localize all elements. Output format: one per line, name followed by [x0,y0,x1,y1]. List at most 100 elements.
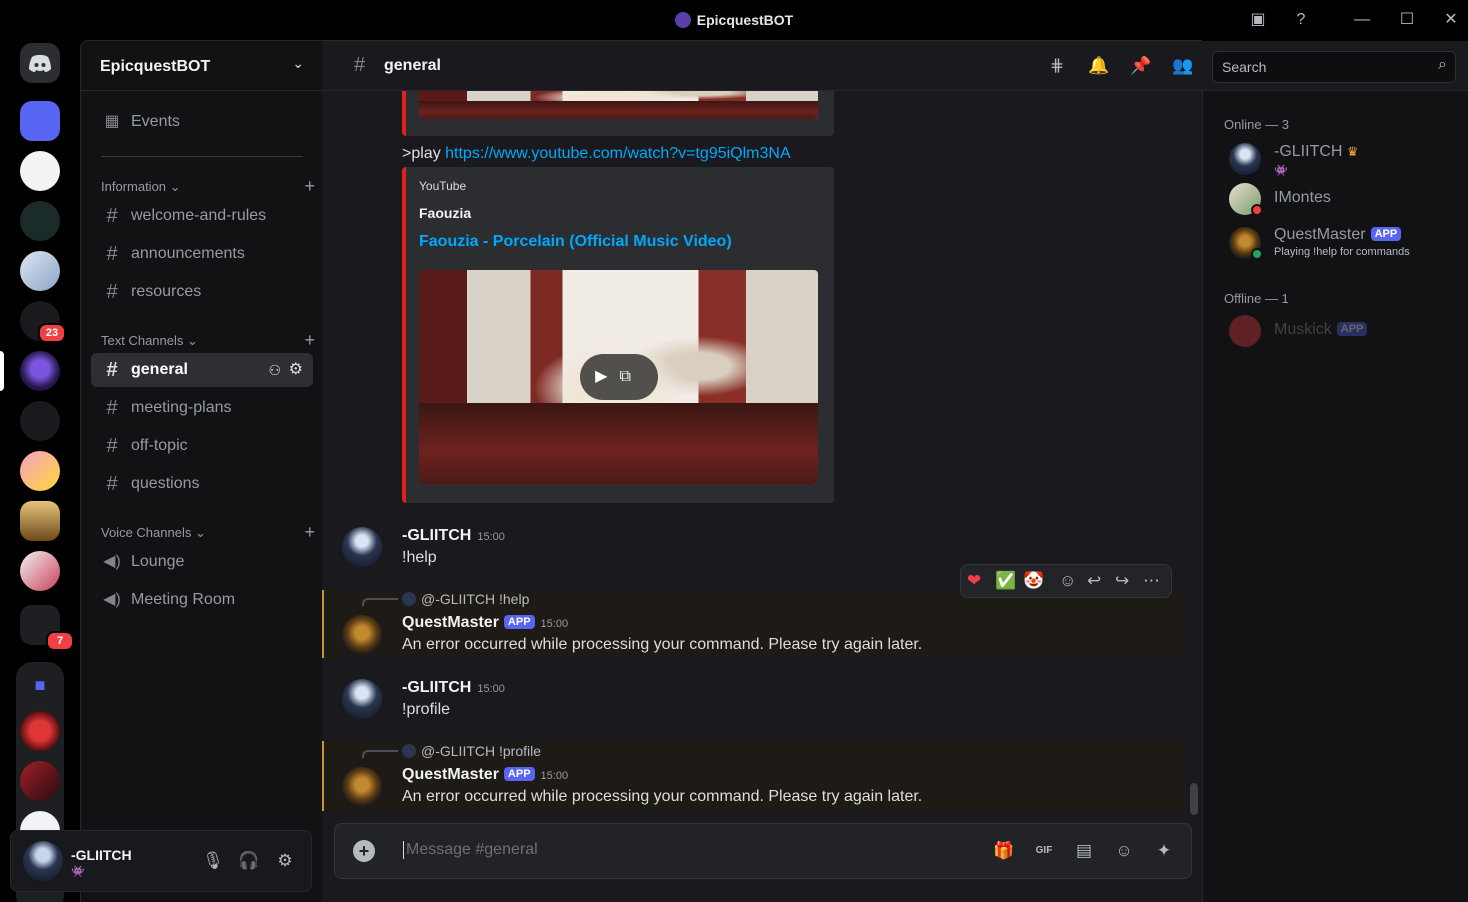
category-text-channels[interactable]: Text Channels ⌄ + [101,330,315,350]
settings-icon[interactable]: ⚙ [273,849,297,873]
play-button[interactable]: ▶⧉ [580,354,658,400]
server-revolution[interactable] [20,151,60,191]
clown-reaction-icon[interactable]: 🤡 [1023,571,1044,591]
reply-icon[interactable]: ↩ [1087,571,1101,591]
embed-author[interactable]: Faouzia [419,205,471,221]
speaker-icon: ◀) [103,591,121,608]
search-icon: ⌕ [1438,56,1447,73]
category-information[interactable]: Information ⌄ + [101,176,315,196]
server-character[interactable] [20,551,60,591]
category-voice-channels[interactable]: Voice Channels ⌄ + [101,522,315,542]
events-item[interactable]: ▦ Events [91,105,313,139]
help-icon[interactable]: ? [1291,10,1311,30]
gift-icon[interactable]: 🎁 [993,840,1015,862]
more-icon[interactable]: ⋯ [1143,571,1160,591]
message-input[interactable]: Message #general [403,841,538,859]
microphone-icon[interactable]: 🎙 [201,849,225,873]
maximize-button[interactable]: ☐ [1397,10,1417,30]
apps-icon[interactable]: ✦ [1153,840,1175,862]
reply-connector [362,750,398,758]
server-header[interactable]: EpicquestBOT ⌄ [81,41,322,91]
avatar[interactable] [342,767,382,807]
invite-icon[interactable]: ⚇ [268,353,281,387]
server-demon[interactable] [20,711,60,751]
bell-icon[interactable]: 🔔 [1088,55,1110,77]
channel-welcome-and-rules[interactable]: # welcome-and-rules [91,199,313,233]
channel-questions[interactable]: # questions [91,467,313,501]
message-author: -GLIITCH 15:00 [402,679,505,696]
pin-icon[interactable]: 📌 [1130,55,1152,77]
avatar[interactable] [342,679,382,719]
hash-icon: # [354,54,366,76]
add-reaction-icon[interactable]: ☺ [1059,571,1076,591]
avatar[interactable] [23,841,63,881]
channel-resources[interactable]: # resources [91,275,313,309]
member-name: IMontes [1274,189,1331,206]
server-cloud[interactable] [20,101,60,141]
avatar [1229,143,1261,175]
emoji-icon[interactable]: ☺ [1113,840,1135,862]
server-anime[interactable] [20,251,60,291]
search-input[interactable]: Search ⌕ [1212,51,1456,83]
message-composer[interactable]: + Message #general 🎁 GIF ▤ ☺ ✦ [334,823,1192,879]
embed-provider: YouTube [419,179,467,193]
avatar[interactable] [342,527,382,567]
sticker-icon[interactable]: ▤ [1073,840,1095,862]
server-epicquestbot[interactable] [20,351,60,391]
unread-badge: 7 [46,631,74,651]
add-channel-icon[interactable]: + [304,330,315,351]
play-command: >play https://www.youtube.com/watch?v=tg… [402,145,791,162]
server-r[interactable] [20,201,60,241]
avatar [402,592,416,606]
server-powerpuff[interactable] [20,451,60,491]
channel-meeting-plans[interactable]: # meeting-plans [91,391,313,425]
voice-lounge[interactable]: ◀) Lounge [91,545,313,579]
divider [101,156,303,157]
status-emoji-icon: 👾 [71,866,85,878]
video-thumbnail[interactable]: ▶⧉ [419,270,818,484]
status-emoji-icon: 👾 [1274,165,1288,177]
reply-reference[interactable]: @-GLIITCH !help [402,591,529,607]
add-channel-icon[interactable]: + [304,176,315,197]
headphones-icon[interactable]: 🎧 [237,849,261,873]
hash-icon: # [106,205,118,227]
avatar[interactable] [342,615,382,655]
channel-announcements[interactable]: # announcements [91,237,313,271]
member-item[interactable]: QuestMaster APP Playing !help for command… [1229,221,1459,265]
member-item[interactable]: -GLIITCH ♛ 👾 [1229,137,1459,181]
inbox-icon[interactable]: ▣ [1248,10,1268,30]
message-content: An error occurred while processing your … [402,788,923,805]
scrollbar[interactable] [1190,783,1198,815]
reply-reference[interactable]: @-GLIITCH !profile [402,743,541,759]
gear-icon[interactable]: ⚙ [289,353,303,387]
forward-icon[interactable]: ↪ [1115,571,1129,591]
close-button[interactable]: ✕ [1441,10,1461,30]
threads-icon[interactable]: ⋕ [1046,55,1068,77]
server-community[interactable] [20,501,60,541]
title-bar: EpicquestBOT ▣ ? — ☐ ✕ [0,0,1468,40]
server-folder-apps[interactable]: 7 [20,605,74,651]
member-item[interactable]: Muskick APP [1229,309,1459,353]
app-badge: APP [503,767,535,781]
server-name: EpicquestBOT [100,58,211,75]
user-name[interactable]: -GLIITCH [71,847,132,863]
embed-title[interactable]: Faouzia - Porcelain (Official Music Vide… [419,233,732,251]
channel-general[interactable]: # general ⚇ ⚙ [91,353,313,387]
add-channel-icon[interactable]: + [304,522,315,543]
folder-icon[interactable]: ■ [20,665,60,705]
voice-meeting-room[interactable]: ◀) Meeting Room [91,583,313,617]
minimize-button[interactable]: — [1352,10,1372,30]
member-item[interactable]: IMontes [1229,177,1459,221]
youtube-link[interactable]: https://www.youtube.com/watch?v=tg95iQlm… [445,145,791,162]
youtube-embed: YouTube Faouzia Faouzia - Porcelain (Off… [402,167,834,503]
add-attachment-icon[interactable]: + [353,840,375,862]
server-tank[interactable] [20,401,60,441]
server-games[interactable]: 23 [20,301,66,343]
server-ninja[interactable] [20,761,60,801]
home-button[interactable] [20,43,60,83]
heart-reaction-icon[interactable]: ❤ [967,571,981,591]
check-reaction-icon[interactable]: ✅ [995,571,1016,591]
gif-icon[interactable]: GIF [1033,840,1055,862]
members-icon[interactable]: 👥 [1172,55,1194,77]
channel-off-topic[interactable]: # off-topic [91,429,313,463]
